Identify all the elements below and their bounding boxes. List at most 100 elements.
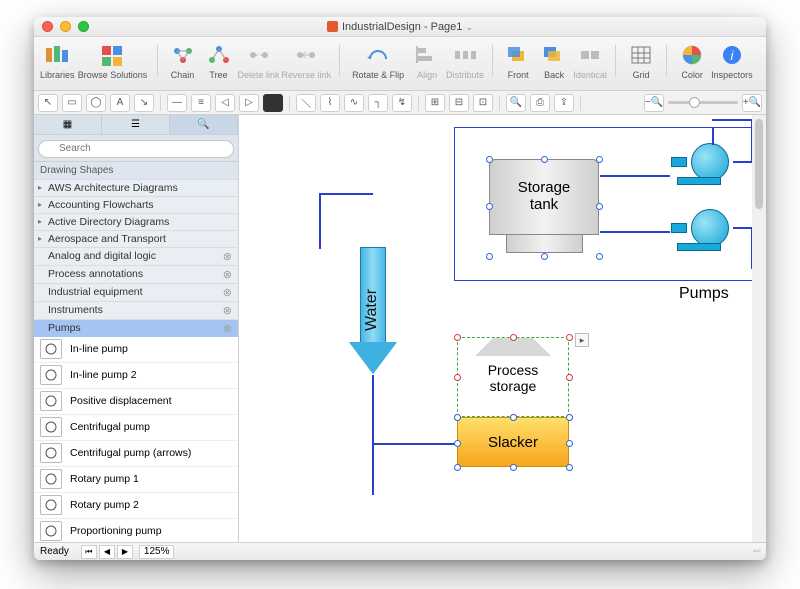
- selection-handle[interactable]: [510, 334, 517, 341]
- distribute-button[interactable]: Distribute: [446, 41, 484, 80]
- selection-handle[interactable]: [596, 156, 603, 163]
- connector[interactable]: [319, 193, 321, 249]
- canvas[interactable]: Pumps Storage tank: [239, 115, 766, 542]
- selection-handle[interactable]: [566, 440, 573, 447]
- rotate-flip-button[interactable]: Rotate & Flip: [348, 41, 408, 80]
- selection-handle[interactable]: [454, 464, 461, 471]
- arrow-start-tool[interactable]: ◁: [215, 94, 235, 112]
- selection-handle[interactable]: [486, 203, 493, 210]
- connector[interactable]: [712, 127, 714, 145]
- sidebar-tab-search[interactable]: 🔍: [170, 115, 238, 134]
- search-canvas-tool[interactable]: 🔍: [506, 94, 526, 112]
- selection-handle[interactable]: [566, 374, 573, 381]
- inspectors-button[interactable]: iInspectors: [711, 41, 753, 80]
- orthogonal-tool[interactable]: ┐: [368, 94, 388, 112]
- selection-handle[interactable]: [596, 253, 603, 260]
- zoom-slider[interactable]: [668, 101, 738, 104]
- rect-tool[interactable]: ▭: [62, 94, 82, 112]
- shape-item[interactable]: Proportioning pump: [34, 519, 238, 543]
- lock-tool[interactable]: ⊡: [473, 94, 493, 112]
- ellipse-tool[interactable]: ◯: [86, 94, 106, 112]
- connector[interactable]: [600, 231, 670, 233]
- close-icon[interactable]: ⊗: [223, 268, 232, 281]
- front-button[interactable]: Front: [501, 41, 535, 80]
- shape-water-arrow[interactable]: Water: [349, 247, 397, 375]
- selection-handle[interactable]: [566, 334, 573, 341]
- group-tool[interactable]: ⊞: [425, 94, 445, 112]
- libraries-button[interactable]: Libraries: [40, 41, 75, 80]
- first-page-button[interactable]: ⏮: [81, 545, 97, 559]
- close-window-button[interactable]: [42, 21, 53, 32]
- selection-handle[interactable]: [454, 334, 461, 341]
- browse-solutions-button[interactable]: Browse Solutions: [77, 41, 149, 80]
- shape-item[interactable]: Centrifugal pump: [34, 415, 238, 441]
- tree-button[interactable]: Tree: [202, 41, 236, 80]
- search-input[interactable]: [38, 140, 234, 158]
- delete-link-button[interactable]: Delete link: [238, 41, 280, 80]
- next-page-button[interactable]: ▶: [117, 545, 133, 559]
- library-category[interactable]: Aerospace and Transport: [34, 230, 238, 247]
- prev-page-button[interactable]: ◀: [99, 545, 115, 559]
- selection-handle[interactable]: [486, 156, 493, 163]
- shape-slacker[interactable]: Slacker: [457, 417, 569, 467]
- library-category[interactable]: Analog and digital logic⊗: [34, 247, 238, 265]
- smart-connector-tool[interactable]: ↯: [392, 94, 412, 112]
- reverse-link-button[interactable]: Reverse link: [282, 41, 332, 80]
- shape-item[interactable]: In-line pump 2: [34, 363, 238, 389]
- selection-handle[interactable]: [596, 203, 603, 210]
- selection-handle[interactable]: [566, 464, 573, 471]
- shape-item[interactable]: In-line pump: [34, 337, 238, 363]
- library-category[interactable]: Industrial equipment⊗: [34, 283, 238, 301]
- color-button[interactable]: Color: [675, 41, 709, 80]
- selection-handle[interactable]: [566, 414, 573, 421]
- line-weight-tool[interactable]: ≡: [191, 94, 211, 112]
- pointer-tool[interactable]: ↖: [38, 94, 58, 112]
- library-category[interactable]: Instruments⊗: [34, 301, 238, 319]
- vertical-scrollbar[interactable]: [752, 115, 766, 542]
- minimize-window-button[interactable]: [60, 21, 71, 32]
- align-button[interactable]: Align: [410, 41, 444, 80]
- ungroup-tool[interactable]: ⊟: [449, 94, 469, 112]
- polyline-tool[interactable]: ⌇: [320, 94, 340, 112]
- selection-handle[interactable]: [486, 253, 493, 260]
- shape-storage-tank[interactable]: Storage tank: [489, 159, 599, 255]
- selection-handle[interactable]: [541, 253, 548, 260]
- shape-pump-2[interactable]: [671, 209, 733, 251]
- zoom-value[interactable]: 125%: [139, 545, 175, 559]
- line-tool[interactable]: ＼: [296, 94, 316, 112]
- close-icon[interactable]: ⊗: [223, 322, 232, 335]
- export-tool[interactable]: ⇪: [554, 94, 574, 112]
- identical-button[interactable]: Identical: [573, 41, 607, 80]
- connector[interactable]: [733, 161, 753, 163]
- text-tool[interactable]: A: [110, 94, 130, 112]
- shape-pump-1[interactable]: [671, 143, 733, 185]
- sidebar-tab-shapes[interactable]: ▦: [34, 115, 102, 134]
- selection-handle[interactable]: [510, 464, 517, 471]
- library-category[interactable]: Pumps⊗: [34, 319, 238, 337]
- close-icon[interactable]: ⊗: [223, 286, 232, 299]
- grid-button[interactable]: Grid: [624, 41, 658, 80]
- shape-item[interactable]: Rotary pump 2: [34, 493, 238, 519]
- shape-process-storage[interactable]: Process storage: [457, 337, 569, 417]
- connector[interactable]: [733, 227, 753, 229]
- selection-handle[interactable]: [454, 440, 461, 447]
- connector[interactable]: [712, 119, 752, 121]
- arrow-end-tool[interactable]: ▷: [239, 94, 259, 112]
- curve-tool[interactable]: ∿: [344, 94, 364, 112]
- fill-tool[interactable]: [263, 94, 283, 112]
- connector-tool[interactable]: ↘: [134, 94, 154, 112]
- library-category[interactable]: AWS Architecture Diagrams: [34, 179, 238, 196]
- zoom-window-button[interactable]: [78, 21, 89, 32]
- zoom-in-button[interactable]: +🔍: [742, 94, 762, 112]
- selection-handle[interactable]: [541, 156, 548, 163]
- zoom-out-button[interactable]: −🔍: [644, 94, 664, 112]
- library-category[interactable]: Accounting Flowcharts: [34, 196, 238, 213]
- close-icon[interactable]: ⊗: [223, 304, 232, 317]
- connector[interactable]: [372, 443, 458, 445]
- shape-item[interactable]: Centrifugal pump (arrows): [34, 441, 238, 467]
- close-icon[interactable]: ⊗: [223, 250, 232, 263]
- library-category[interactable]: Active Directory Diagrams: [34, 213, 238, 230]
- smart-tag-icon[interactable]: ▸: [575, 333, 589, 347]
- connector[interactable]: [319, 193, 373, 195]
- selection-handle[interactable]: [454, 374, 461, 381]
